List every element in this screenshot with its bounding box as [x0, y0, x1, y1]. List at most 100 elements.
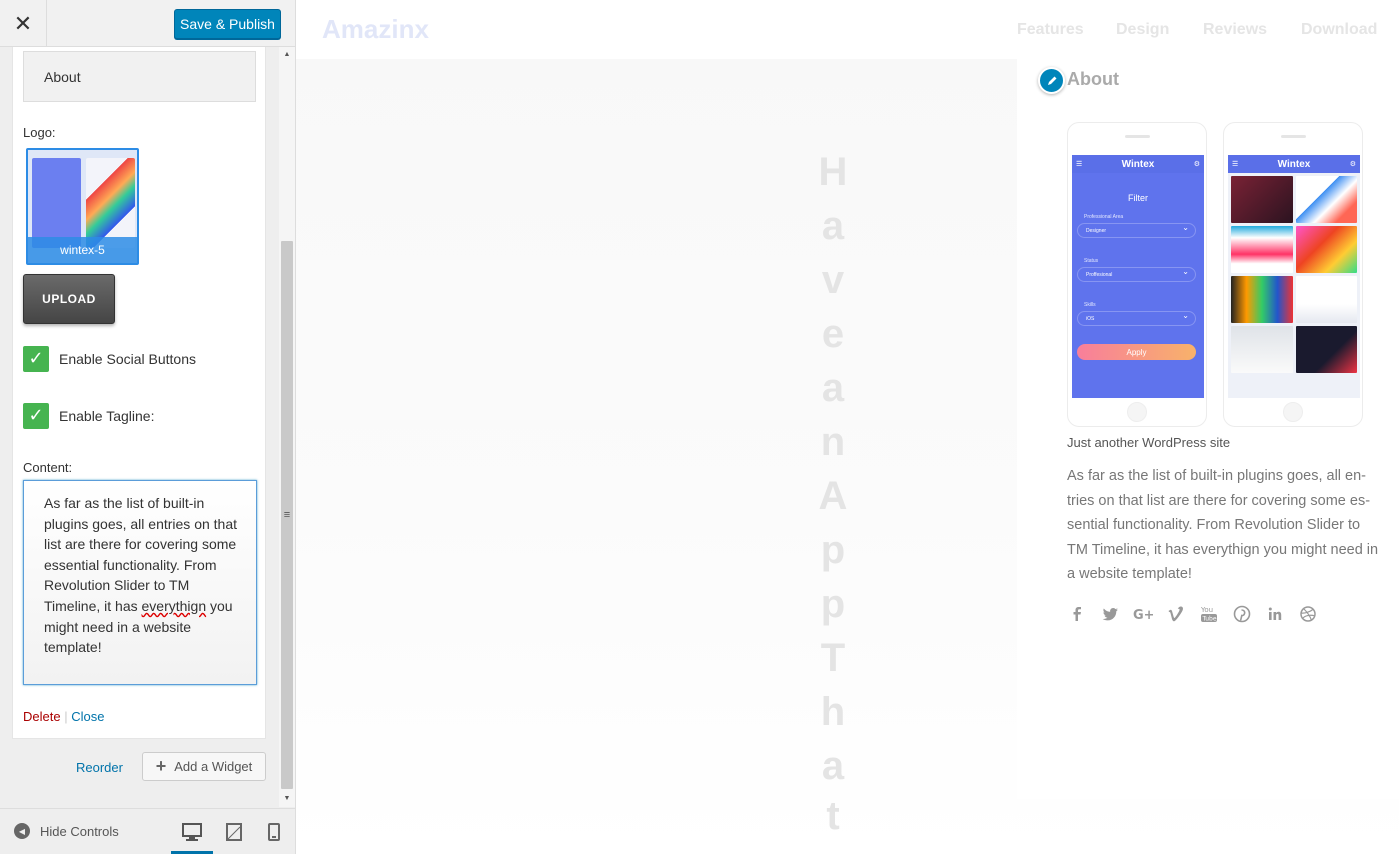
filter-field-label: Professional Area [1084, 214, 1124, 220]
reorder-link[interactable]: Reorder [76, 760, 123, 775]
filter-title: Filter [1128, 193, 1148, 203]
content-textarea[interactable]: As far as the list of built-in plugins g… [23, 480, 257, 685]
phone-mockup-grid: ☰ Wintex ⚙ [1223, 122, 1363, 427]
grid-app-screen: ☰ Wintex ⚙ [1228, 155, 1360, 398]
filter-select: Proffesional [1077, 267, 1196, 282]
nav-reviews[interactable]: Reviews [1203, 21, 1267, 39]
nav-design[interactable]: Design [1116, 21, 1169, 39]
dribbble-icon[interactable] [1298, 604, 1318, 624]
facebook-icon[interactable] [1067, 604, 1087, 624]
logo-label: Logo: [23, 125, 56, 140]
grid-thumbnail [1231, 326, 1293, 373]
tagline-label: Enable Tagline: [59, 407, 155, 424]
social-buttons-option[interactable]: ✓ Enable Social Buttons [23, 345, 196, 372]
filter-field-label: Status [1084, 258, 1099, 264]
grid-thumbnail [1295, 176, 1357, 223]
social-buttons: G+ You Tube [1067, 604, 1331, 624]
hide-controls-button[interactable]: ◀ Hide Controls [14, 823, 119, 839]
hero-letter: a [821, 204, 845, 248]
apply-button: Apply [1077, 344, 1196, 360]
hide-controls-label: Hide Controls [40, 823, 119, 839]
vimeo-icon[interactable] [1166, 604, 1186, 624]
hero-letter: T [820, 636, 846, 680]
edit-shortcut-button[interactable] [1038, 67, 1065, 94]
add-widget-label: Add a Widget [174, 759, 253, 774]
about-widget-form: About Logo: wintex-5 UPLOAD ✓ Enable Soc… [12, 47, 266, 739]
social-buttons-label: Enable Social Buttons [59, 350, 196, 367]
content-text-misspelled: everythign [141, 597, 207, 614]
tagline-option[interactable]: ✓ Enable Tagline: [23, 402, 154, 429]
sidebar-footer: ◀ Hide Controls [0, 808, 295, 854]
desktop-icon[interactable] [182, 823, 202, 841]
widget-actions: Delete | Close [23, 709, 104, 724]
search-settings-icon: ⚙ [1349, 161, 1356, 168]
grid-thumbnail [1295, 326, 1357, 373]
menu-icon: ☰ [1232, 161, 1239, 168]
svg-text:You: You [1200, 606, 1213, 614]
add-widget-button[interactable]: + Add a Widget [142, 752, 266, 781]
twitter-icon[interactable] [1100, 604, 1120, 624]
grid-thumbnail [1231, 226, 1293, 273]
phone-mockup-filter: ☰ Wintex ⚙ Filter Professional Area Design… [1067, 122, 1207, 427]
grid-thumbnail [1295, 226, 1357, 273]
grid-thumbnail [1295, 276, 1357, 323]
about-title: About [1067, 69, 1119, 89]
site-preview: Amazinx Features Design Reviews Download… [296, 0, 1399, 854]
hero-letter: H [818, 150, 848, 194]
hero-letter: a [821, 744, 845, 788]
about-widget-preview: About ☰ Wintex ⚙ Filter Professional Area … [1017, 59, 1399, 799]
pinterest-icon[interactable] [1232, 604, 1252, 624]
about-text: As far as the list of built-in plugins g… [1067, 468, 1379, 582]
menu-icon: ☰ [1076, 161, 1083, 168]
filter-select: iOS [1077, 311, 1196, 326]
pencil-icon [1047, 76, 1056, 85]
scroll-up-icon[interactable]: ▲ [279, 47, 295, 61]
widget-title-field[interactable]: About [23, 51, 256, 102]
logo-mini-screen-filter [32, 158, 81, 248]
social-buttons-checkbox[interactable]: ✓ [23, 345, 49, 372]
grid-thumbnail [1231, 276, 1293, 323]
sidebar-scrollbar[interactable]: ▲ ≡ ▼ [279, 47, 295, 807]
grid-thumbnail [1231, 176, 1293, 223]
hero-letter: h [820, 690, 846, 734]
logo-caption: wintex-5 [28, 237, 137, 263]
hero-letter: p [820, 582, 846, 626]
tagline-checkbox[interactable]: ✓ [23, 402, 49, 429]
hero-letter: a [821, 366, 845, 410]
close-link[interactable]: Close [71, 709, 104, 724]
save-publish-button[interactable]: Save & Publish [174, 9, 281, 39]
scroll-down-icon[interactable]: ▼ [279, 791, 295, 805]
hero-letter: p [820, 528, 846, 572]
logo-mini-screen-grid [86, 158, 135, 248]
nav-features[interactable]: Features [1017, 21, 1084, 39]
sidebar-header: ✕ Save & Publish [0, 0, 295, 47]
site-brand[interactable]: Amazinx [322, 14, 429, 45]
collapse-arrow-icon: ◀ [14, 823, 30, 839]
tablet-icon[interactable] [226, 823, 242, 841]
hero-letter: A [818, 474, 848, 518]
upload-button[interactable]: UPLOAD [23, 274, 115, 324]
delete-link[interactable]: Delete [23, 709, 61, 724]
hero-letter: n [820, 420, 846, 464]
linkedin-icon[interactable] [1265, 604, 1285, 624]
nav-download[interactable]: Download [1301, 21, 1377, 39]
plus-icon: + [155, 756, 167, 776]
content-text-before: As far as the list of built-in plugins g… [44, 495, 238, 614]
filter-app-screen: ☰ Wintex ⚙ Filter Professional Area Design… [1072, 155, 1204, 398]
hero-letter: t [826, 794, 840, 838]
google-plus-icon[interactable]: G+ [1133, 604, 1153, 624]
site-tagline: Just another WordPress site [1067, 435, 1231, 450]
logo-thumbnail[interactable]: wintex-5 [26, 148, 139, 265]
svg-text:G+: G+ [1133, 608, 1153, 623]
action-separator: | [64, 709, 68, 724]
hero-letter: e [821, 312, 845, 356]
mobile-icon[interactable] [268, 823, 280, 841]
customizer-sidebar: ✕ Save & Publish ▲ ≡ ▼ About Logo: winte… [0, 0, 296, 854]
youtube-icon[interactable]: You Tube [1199, 604, 1219, 624]
app-title: Wintex [1121, 158, 1155, 170]
scrollbar-thumb[interactable]: ≡ [281, 241, 293, 789]
search-settings-icon: ⚙ [1193, 161, 1200, 168]
content-label: Content: [23, 460, 73, 475]
site-header: Amazinx Features Design Reviews Download [296, 0, 1399, 59]
close-customizer-button[interactable]: ✕ [0, 0, 47, 47]
